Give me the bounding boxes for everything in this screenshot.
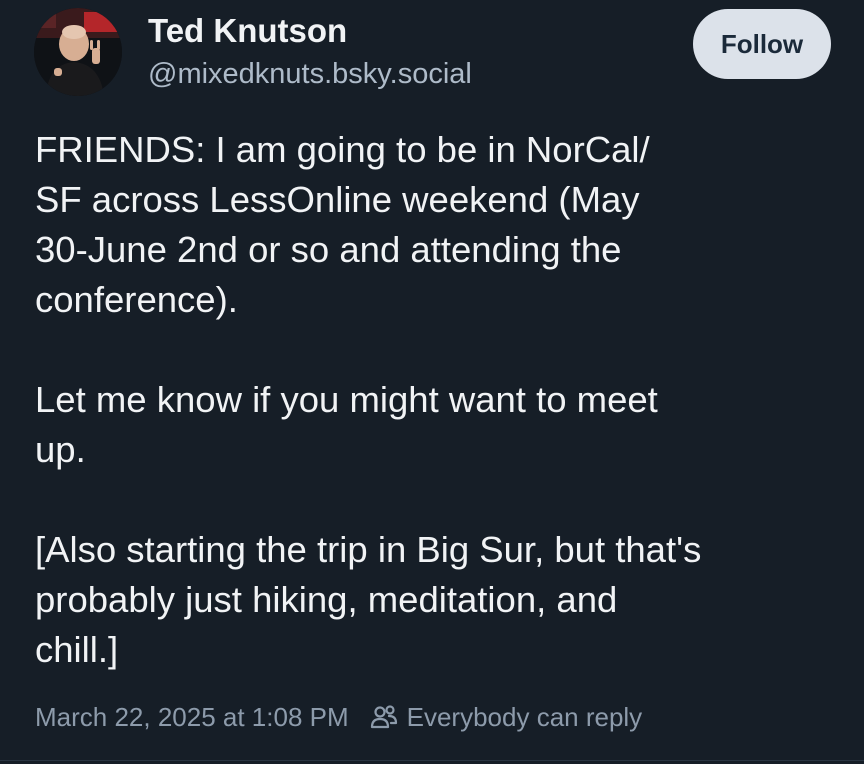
post-timestamp[interactable]: March 22, 2025 at 1:08 PM [35, 702, 349, 733]
people-icon [369, 702, 399, 732]
post-paragraph: FRIENDS: I am going to be in NorCal/ SF … [35, 129, 650, 320]
reply-setting[interactable]: Everybody can reply [369, 701, 643, 733]
follow-button[interactable]: Follow [693, 9, 831, 79]
post-paragraph: Let me know if you might want to meet up… [35, 379, 658, 470]
author-name[interactable]: Ted Knutson [148, 12, 347, 50]
post-meta: March 22, 2025 at 1:08 PM Everybody can … [35, 700, 642, 734]
author-handle[interactable]: @mixedknuts.bsky.social [148, 58, 472, 91]
post-paragraph: [Also starting the trip in Big Sur, but … [35, 529, 702, 670]
reply-setting-label: Everybody can reply [406, 701, 643, 732]
divider [0, 760, 864, 761]
avatar-image [34, 8, 122, 96]
avatar[interactable] [34, 8, 122, 96]
post-card: Ted Knutson @mixedknuts.bsky.social Foll… [0, 0, 864, 764]
post-text: FRIENDS: I am going to be in NorCal/ SF … [35, 125, 845, 675]
